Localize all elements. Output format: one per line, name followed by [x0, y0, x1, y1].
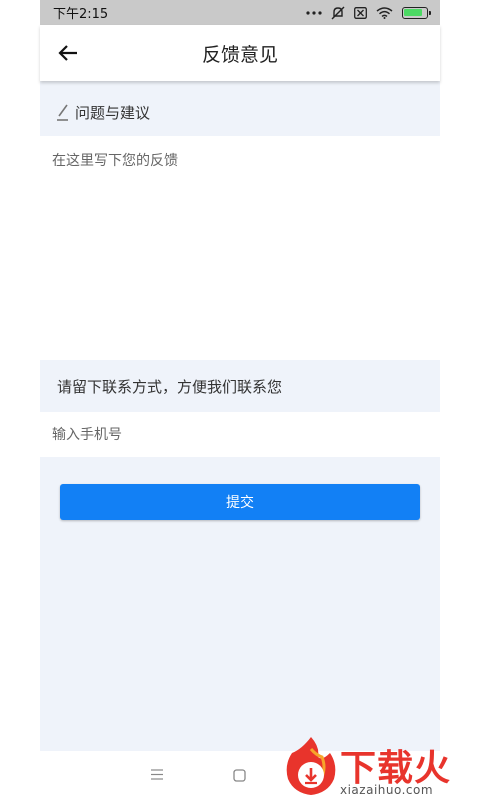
watermark-logo: 下载火 xiazaihuo.com — [282, 735, 480, 800]
status-time: 下午2:15 — [53, 7, 109, 22]
home-button[interactable] — [232, 768, 246, 782]
phone-number-input[interactable] — [40, 412, 440, 457]
submit-button[interactable]: 提交 — [60, 484, 420, 520]
feedback-section-header: 问题与建议 — [40, 88, 440, 136]
feedback-section-label: 问题与建议 — [75, 103, 151, 122]
phone-screen: 下午2:15 反馈意见 问题与建议 在这里写下您的反馈 请留下联系方式，方便我们… — [40, 0, 440, 800]
wifi-icon — [376, 6, 393, 19]
sim-icon — [354, 6, 367, 19]
more-dots-icon — [306, 10, 322, 15]
arrow-left-icon — [58, 45, 77, 61]
phone-box — [40, 412, 440, 457]
menu-icon — [151, 768, 163, 780]
watermark-domain: xiazaihuo.com — [340, 783, 434, 797]
pencil-icon — [56, 103, 69, 121]
mute-icon — [331, 6, 345, 20]
status-bar: 下午2:15 — [40, 0, 440, 25]
feedback-box — [40, 136, 440, 216]
feedback-box-extension — [40, 216, 440, 360]
feedback-input[interactable] — [40, 136, 440, 216]
home-square-icon — [232, 768, 246, 782]
battery-icon — [402, 6, 431, 19]
flame-logo-icon — [286, 737, 336, 795]
contact-section-label: 请留下联系方式，方便我们联系您 — [57, 377, 283, 396]
status-icons — [306, 6, 431, 20]
back-button[interactable] — [54, 39, 82, 67]
page-title: 反馈意见 — [201, 43, 278, 66]
battery-level — [404, 8, 423, 16]
menu-button[interactable] — [150, 767, 164, 781]
app-bar: 反馈意见 — [40, 25, 440, 81]
